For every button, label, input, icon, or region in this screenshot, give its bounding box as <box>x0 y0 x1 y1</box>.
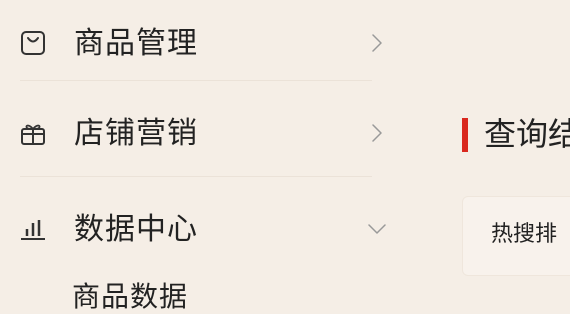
sidebar-item-label: 数据中心 <box>74 212 198 247</box>
shopping-bag-icon <box>20 30 46 56</box>
sidebar-item-label: 店铺营销 <box>74 116 198 151</box>
divider <box>20 176 372 177</box>
sidebar-item-product-management[interactable]: 商品管理 <box>0 18 400 68</box>
sidebar: 商品管理 店铺营销 数据中心 商品数据 <box>0 0 400 313</box>
chevron-down-icon <box>366 218 388 240</box>
chevron-right-icon <box>366 122 388 144</box>
main-content: 查询结 热搜排 <box>440 0 570 304</box>
card-label: 热搜排 <box>491 222 558 247</box>
chevron-right-icon <box>366 32 388 54</box>
sidebar-item-store-marketing[interactable]: 店铺营销 <box>0 108 400 158</box>
sidebar-item-label: 商品管理 <box>74 26 198 61</box>
hot-search-card[interactable]: 热搜排 <box>462 196 570 276</box>
submenu-item-product-data[interactable]: 商品数据 <box>72 280 188 314</box>
gift-icon <box>20 120 46 146</box>
section-title: 查询结 <box>484 115 570 153</box>
divider <box>20 80 372 81</box>
bar-chart-icon <box>20 216 46 242</box>
sidebar-item-data-center[interactable]: 数据中心 <box>0 204 400 254</box>
section-title-accent <box>462 118 468 152</box>
